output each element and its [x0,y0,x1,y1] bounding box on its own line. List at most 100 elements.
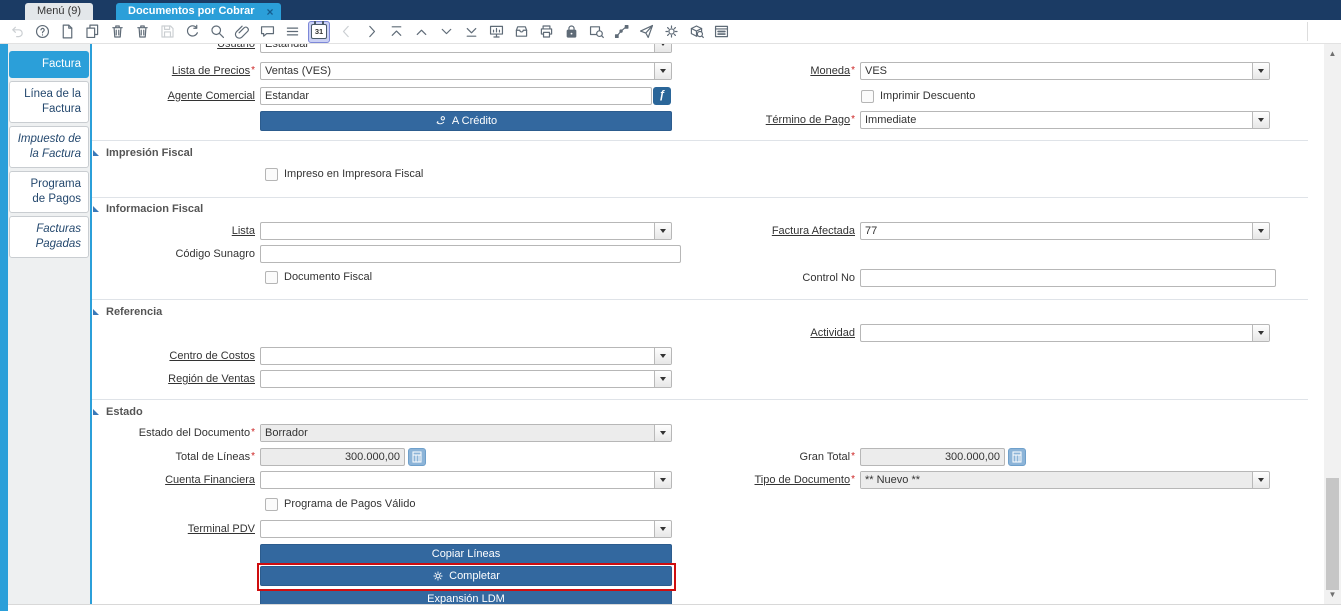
chat-icon[interactable] [258,23,276,41]
actividad-value[interactable] [861,325,1252,341]
scroll-down-icon[interactable]: ▼ [1324,587,1341,602]
gran-total-field[interactable]: 300.000,00 [860,448,1005,466]
actividad-label[interactable]: Actividad [810,327,855,339]
terminal-pdv-value[interactable] [261,521,654,537]
lista-de-precios-value[interactable]: Ventas (VES) [261,63,654,79]
gran-total-calculator-button[interactable] [1008,448,1026,466]
total-de-lineas-field[interactable]: 300.000,00 [260,448,405,466]
attachment-icon[interactable] [233,23,251,41]
new-record-icon[interactable] [58,23,76,41]
dropdown-arrow-icon[interactable] [654,371,671,387]
factura-afectada-combo[interactable]: 77 [860,222,1270,240]
next-record-icon[interactable] [362,23,380,41]
completar-button[interactable]: Completar [260,566,672,586]
cuenta-financiera-combo[interactable] [260,471,672,489]
factura-afectada-value[interactable]: 77 [861,223,1252,239]
cuenta-financiera-value[interactable] [261,472,654,488]
tipo-de-documento-value[interactable]: ** Nuevo ** [861,472,1252,488]
terminal-pdv-combo[interactable] [260,520,672,538]
zoom-across-icon[interactable] [587,23,605,41]
copy-record-icon[interactable] [83,23,101,41]
close-tab-icon[interactable]: × [267,4,274,21]
first-record-icon[interactable] [387,23,405,41]
workflow-icon[interactable] [612,23,630,41]
region-de-ventas-value[interactable] [261,371,654,387]
programa-de-pagos-valido-checkbox[interactable] [265,498,278,511]
product-info-icon[interactable] [687,23,705,41]
lista-label[interactable]: Lista [232,225,255,237]
usuario-label[interactable]: Usuario [217,44,255,50]
dropdown-arrow-icon[interactable] [1252,112,1269,128]
total-de-lineas-calculator-button[interactable] [408,448,426,466]
previous-record-icon[interactable] [337,23,355,41]
detail-record-icon[interactable] [437,23,455,41]
calendar-icon[interactable]: 31 [308,21,330,43]
tab-menu[interactable]: Menú (9) [25,3,93,20]
region-de-ventas-label[interactable]: Región de Ventas [168,373,255,385]
delete-record-icon[interactable] [108,23,126,41]
preferences-gear-icon[interactable] [662,23,680,41]
termino-de-pago-label[interactable]: Término de Pago [766,114,850,126]
section-estado[interactable]: Estado [93,405,143,419]
cuenta-financiera-label[interactable]: Cuenta Financiera [165,474,255,486]
expansion-ldm-button[interactable]: Expansión LDM [260,589,672,604]
lock-icon[interactable] [562,23,580,41]
copiar-lineas-button[interactable]: Copiar Líneas [260,544,672,564]
agente-comercial-field[interactable]: Estandar [260,87,652,105]
lista-combo[interactable] [260,222,672,240]
moneda-value[interactable]: VES [861,63,1252,79]
scrollbar-thumb[interactable] [1326,478,1339,590]
codigo-sunagro-field[interactable] [260,245,681,263]
section-referencia[interactable]: Referencia [93,305,162,319]
centro-de-costos-label[interactable]: Centro de Costos [169,350,255,362]
lista-de-precios-label[interactable]: Lista de Precios [172,65,250,77]
report-icon[interactable] [487,23,505,41]
parent-record-icon[interactable] [412,23,430,41]
refresh-icon[interactable] [183,23,201,41]
tipo-de-documento-combo[interactable]: ** Nuevo ** [860,471,1270,489]
save-icon[interactable] [158,23,176,41]
delete-selection-icon[interactable] [133,23,151,41]
dropdown-arrow-icon[interactable] [654,425,671,441]
usuario-combo[interactable]: Estandar [260,44,672,53]
sidebar-tab-programa-de-pagos[interactable]: Programa de Pagos [9,171,89,213]
estado-del-documento-value[interactable]: Borrador [261,425,654,441]
section-informacion-fiscal[interactable]: Informacion Fiscal [93,202,203,216]
control-no-field[interactable] [860,269,1276,287]
sidebar-tab-linea-de-la-factura[interactable]: Línea de la Factura [9,81,89,123]
section-impresion-fiscal[interactable]: Impresión Fiscal [93,146,193,160]
tipo-de-documento-label[interactable]: Tipo de Documento [755,474,851,486]
moneda-label[interactable]: Moneda [810,65,850,77]
find-icon[interactable] [208,23,226,41]
quick-form-icon[interactable] [712,23,730,41]
dropdown-arrow-icon[interactable] [654,44,671,52]
dropdown-arrow-icon[interactable] [1252,325,1269,341]
termino-de-pago-value[interactable]: Immediate [861,112,1252,128]
usuario-value[interactable]: Estandar [261,44,654,52]
actividad-combo[interactable] [860,324,1270,342]
dropdown-arrow-icon[interactable] [1252,472,1269,488]
sidebar-tab-impuesto-de-la-factura[interactable]: Impuesto de la Factura [9,126,89,168]
scroll-up-icon[interactable]: ▲ [1324,46,1341,61]
tab-documentos-por-cobrar[interactable]: Documentos por Cobrar × [116,3,281,20]
grid-toggle-icon[interactable] [283,23,301,41]
help-icon[interactable] [33,23,51,41]
a-credito-button[interactable]: A Crédito [260,111,672,131]
agente-comercial-label[interactable]: Agente Comercial [168,90,255,102]
undo-icon[interactable] [8,23,26,41]
dropdown-arrow-icon[interactable] [654,521,671,537]
print-icon[interactable] [537,23,555,41]
termino-de-pago-combo[interactable]: Immediate [860,111,1270,129]
factura-afectada-label[interactable]: Factura Afectada [772,225,855,237]
centro-de-costos-combo[interactable] [260,347,672,365]
vertical-scrollbar[interactable]: ▲ ▼ [1324,44,1341,604]
imprimir-descuento-checkbox[interactable] [861,90,874,103]
sidebar-tab-factura[interactable]: Factura [9,51,89,78]
agente-comercial-info-button[interactable]: ƒ [653,87,671,105]
terminal-pdv-label[interactable]: Terminal PDV [188,523,255,535]
region-de-ventas-combo[interactable] [260,370,672,388]
centro-de-costos-value[interactable] [261,348,654,364]
lista-de-precios-combo[interactable]: Ventas (VES) [260,62,672,80]
dropdown-arrow-icon[interactable] [1252,63,1269,79]
estado-del-documento-combo[interactable]: Borrador [260,424,672,442]
